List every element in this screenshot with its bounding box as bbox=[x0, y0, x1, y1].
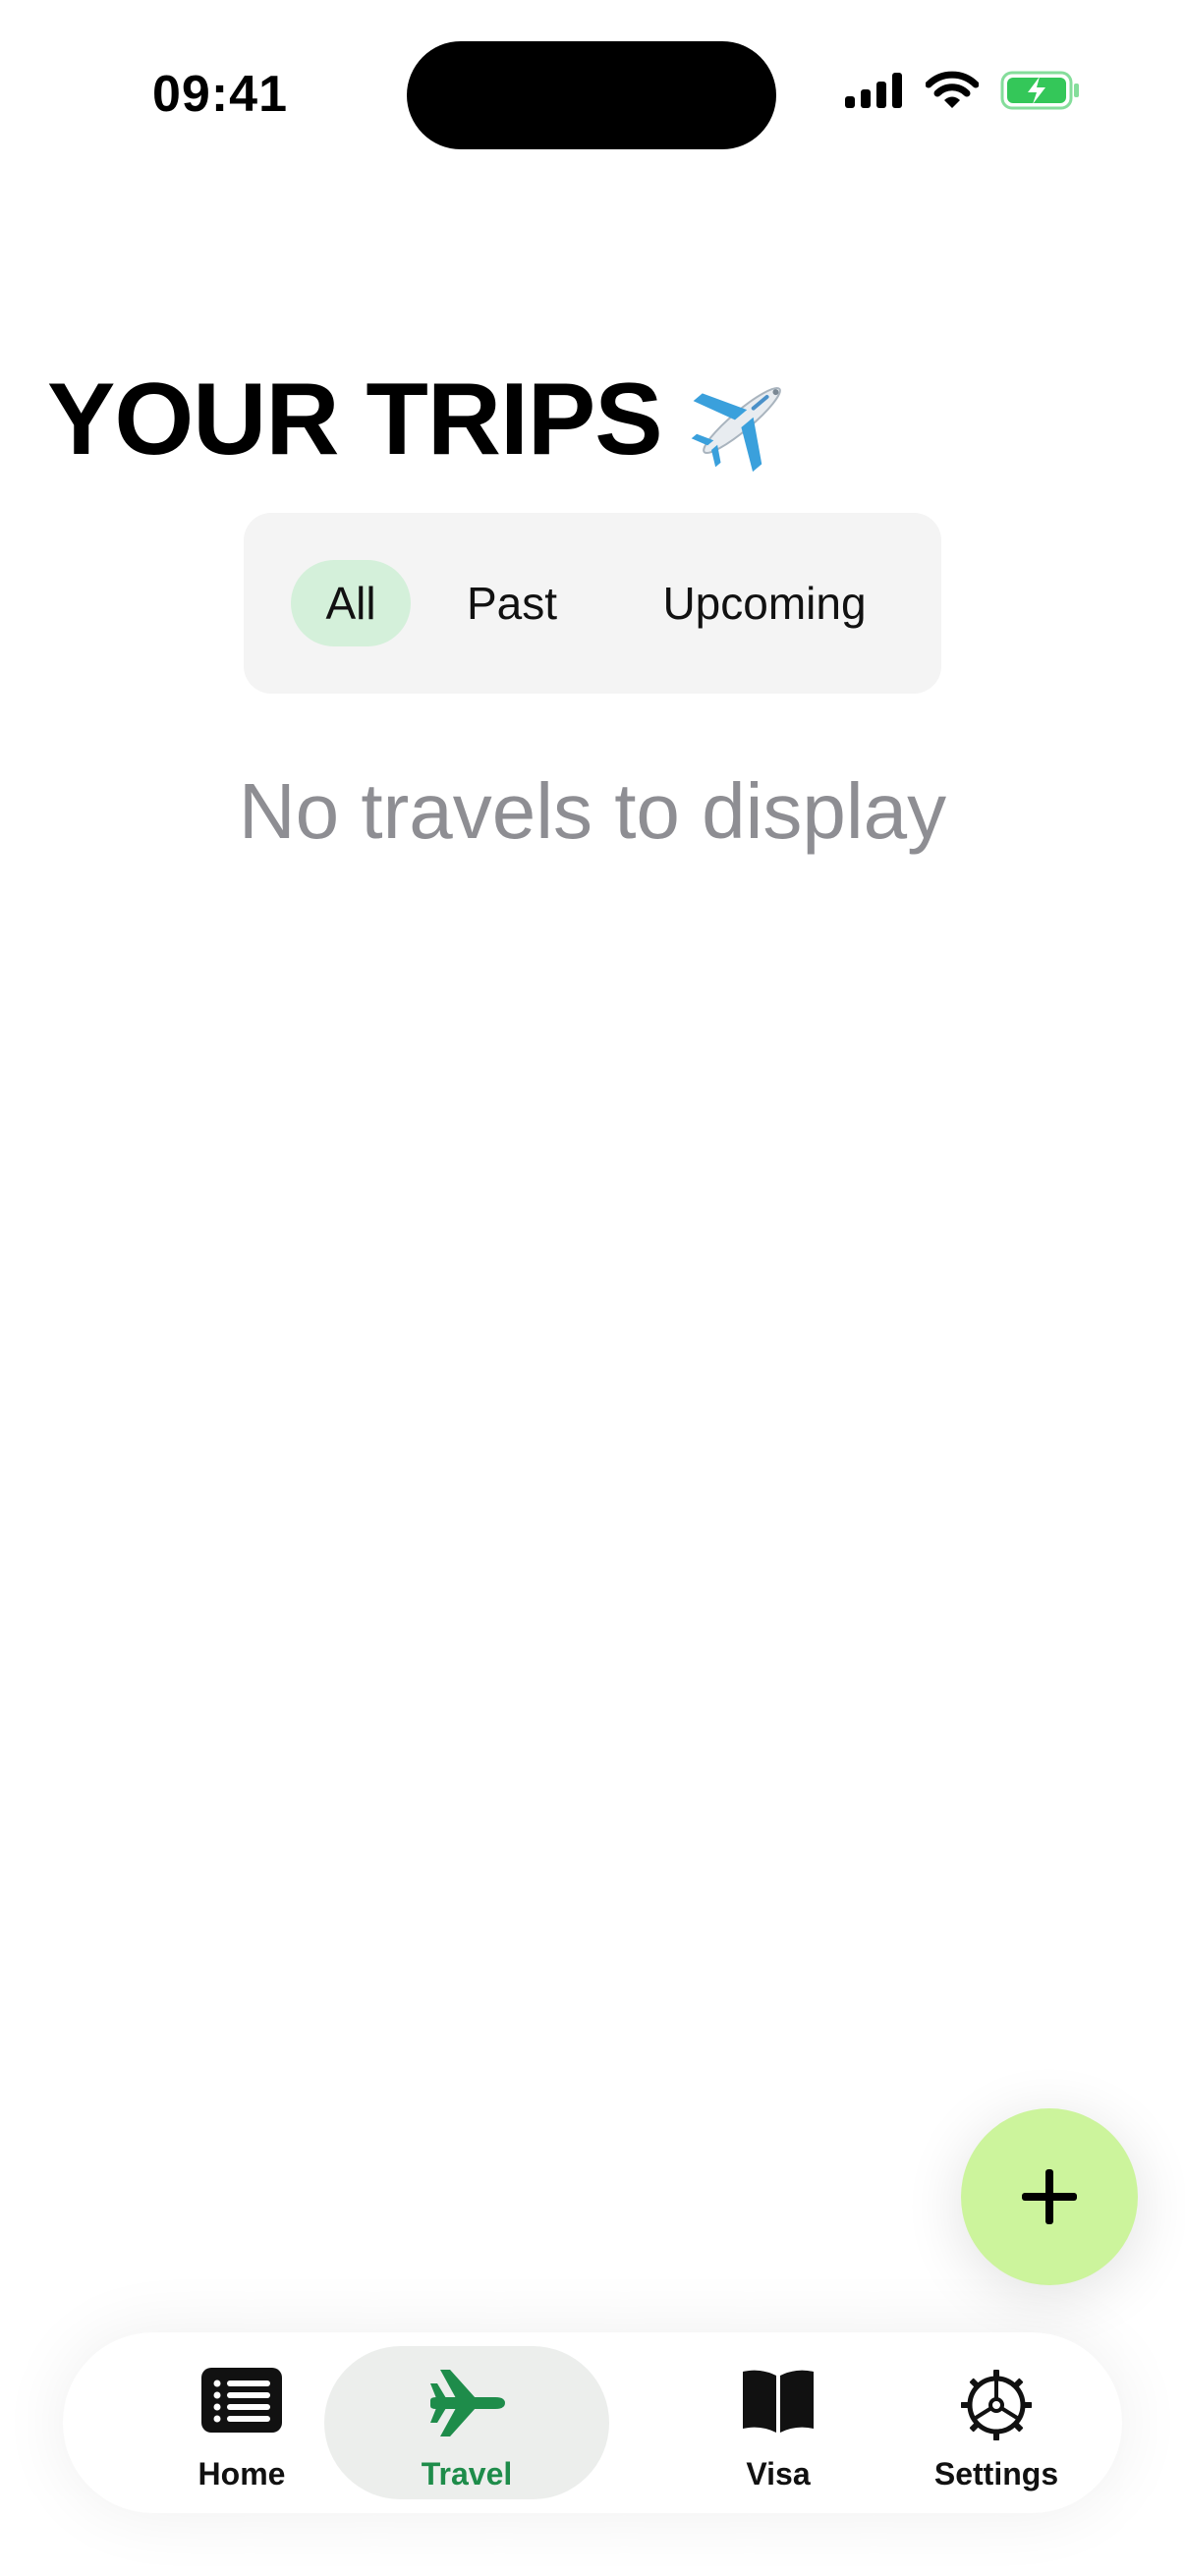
cellular-signal-icon bbox=[845, 73, 902, 108]
plus-icon bbox=[1022, 2169, 1077, 2224]
list-icon bbox=[201, 2368, 282, 2433]
tab-visa[interactable]: Visa bbox=[670, 2332, 886, 2513]
status-time: 09:41 bbox=[152, 66, 288, 123]
book-icon bbox=[743, 2370, 814, 2433]
tab-settings-label: Settings bbox=[933, 2456, 1059, 2492]
wifi-icon bbox=[926, 71, 979, 108]
gear-icon bbox=[961, 2370, 1032, 2440]
tab-travel-label: Travel bbox=[421, 2456, 513, 2492]
airplane-emoji-icon bbox=[691, 386, 781, 472]
status-icons bbox=[845, 71, 1081, 110]
tab-travel[interactable]: Travel bbox=[324, 2346, 609, 2499]
trip-filter-segmented-control: All Past Upcoming bbox=[244, 513, 941, 694]
add-trip-button[interactable] bbox=[961, 2108, 1138, 2285]
battery-charging-icon bbox=[1000, 71, 1079, 110]
tab-home-label: Home bbox=[198, 2456, 286, 2492]
tab-settings[interactable]: Settings bbox=[878, 2332, 1114, 2513]
page-title: YOUR TRIPS bbox=[47, 362, 796, 478]
filter-upcoming-button[interactable]: Upcoming bbox=[637, 560, 892, 646]
airplane-icon bbox=[430, 2370, 505, 2436]
page-title-text: YOUR TRIPS bbox=[47, 363, 663, 476]
bottom-tab-bar: Home Travel Visa Settings bbox=[63, 2332, 1122, 2513]
filter-past-button[interactable]: Past bbox=[450, 560, 574, 646]
tab-home[interactable]: Home bbox=[151, 2332, 332, 2513]
tab-visa-label: Visa bbox=[746, 2456, 811, 2492]
dynamic-island bbox=[407, 41, 776, 149]
empty-state-message: No travels to display bbox=[238, 767, 947, 855]
filter-all-button[interactable]: All bbox=[291, 560, 411, 646]
